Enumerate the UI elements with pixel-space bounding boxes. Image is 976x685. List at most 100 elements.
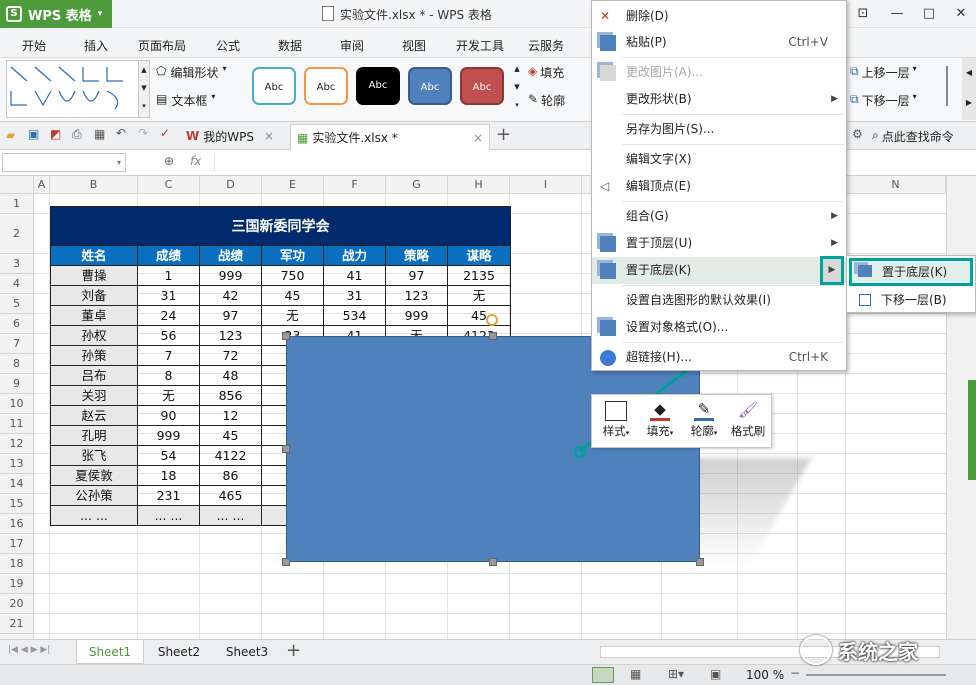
context-menu-item[interactable]: 超链接(H)...Ctrl+K xyxy=(592,344,846,371)
tab-view[interactable]: 视图 xyxy=(402,37,426,54)
minimize-icon[interactable]: — xyxy=(886,4,908,24)
format-painter-icon: 🖌 xyxy=(738,400,758,421)
tab-page-layout[interactable]: 页面布局 xyxy=(138,37,186,54)
layout-view-icon[interactable]: ▦ xyxy=(630,667,641,681)
ribbon-scroll[interactable]: ◀▶ xyxy=(962,58,976,120)
style-sample-4[interactable]: Abc xyxy=(408,67,452,105)
menu-separator xyxy=(622,114,844,115)
command-search[interactable]: ⌕点此查找命令 xyxy=(872,128,954,145)
edit-shape-button[interactable]: ⬠编辑形状▾ xyxy=(156,64,226,81)
command-search-label: 点此查找命令 xyxy=(882,128,954,145)
tab-data[interactable]: 数据 xyxy=(278,37,302,54)
context-menu-item[interactable]: 设置对象格式(O)... xyxy=(592,314,846,341)
doc-tab-home[interactable]: W 我的WPS × xyxy=(186,125,286,147)
tab-review[interactable]: 审阅 xyxy=(340,37,364,54)
outline-pen-icon: ✎ xyxy=(694,400,714,421)
tab-developer[interactable]: 开发工具 xyxy=(456,37,504,54)
context-menu-item[interactable]: 置于底层(K)▶ xyxy=(592,257,846,284)
context-menu-item[interactable]: 编辑文字(X) xyxy=(592,146,846,173)
send-backward-button[interactable]: ⧉下移一层▾ xyxy=(850,92,917,109)
zoom-out-icon[interactable]: − xyxy=(790,666,800,680)
maximize-icon[interactable]: □ xyxy=(918,4,940,24)
format-object-icon xyxy=(600,320,616,336)
undo-icon[interactable]: ↶ xyxy=(116,126,126,140)
zoom-slider[interactable] xyxy=(806,674,946,676)
name-box[interactable]: ▾ xyxy=(2,153,126,172)
submenu-arrow-icon: ▶ xyxy=(820,256,844,285)
style-sample-3[interactable]: Abc xyxy=(356,67,400,105)
reading-icon[interactable]: ▣ xyxy=(710,667,721,681)
style-sample-5[interactable]: Abc xyxy=(460,67,504,105)
close-tab-icon[interactable]: × xyxy=(264,129,274,143)
mini-fill-button[interactable]: ◆ 填充▾ xyxy=(638,395,682,449)
context-menu-label: 另存为图片(S)... xyxy=(626,116,714,143)
context-menu-label: 组合(G) xyxy=(626,203,669,230)
style-square-icon xyxy=(605,401,627,421)
add-sheet-icon[interactable]: + xyxy=(286,640,301,661)
wrench-icon[interactable]: ⚙ xyxy=(852,127,863,141)
mini-format-painter-label: 格式刷 xyxy=(731,424,766,438)
save-icon[interactable]: ▣ xyxy=(28,127,39,141)
page-break-icon[interactable]: ⊞▾ xyxy=(668,667,684,681)
scrollbar-thumb[interactable] xyxy=(968,380,976,480)
context-menu-label: 设置对象格式(O)... xyxy=(626,314,728,341)
sheet-tab-1[interactable]: Sheet1 xyxy=(76,640,144,664)
menu-separator xyxy=(622,57,844,58)
page-view-icon[interactable] xyxy=(592,667,614,683)
sheet-tab-2[interactable]: Sheet2 xyxy=(146,640,212,664)
style-gallery: Abc Abc Abc Abc Abc xyxy=(246,58,514,120)
context-menu-item[interactable]: ◁编辑顶点(E) xyxy=(592,173,846,200)
open-folder-icon[interactable]: ▰ xyxy=(6,128,15,142)
context-menu-item[interactable]: ✕删除(D) xyxy=(592,3,846,30)
shape-gallery[interactable] xyxy=(6,60,146,118)
preview-icon[interactable]: ▦ xyxy=(94,127,105,141)
context-menu-item[interactable]: 组合(G)▶ xyxy=(592,203,846,230)
align-icon[interactable] xyxy=(946,66,960,106)
style-sample-1[interactable]: Abc xyxy=(252,67,296,105)
mini-format-painter-button[interactable]: 🖌 格式刷 xyxy=(726,395,770,449)
new-tab-icon[interactable]: + xyxy=(496,124,511,145)
context-menu-item[interactable]: 另存为图片(S)... xyxy=(592,116,846,143)
outline-button[interactable]: ✎轮廓 xyxy=(528,92,565,109)
bring-forward-button[interactable]: ⧉上移一层▾ xyxy=(850,64,917,81)
zoom-level[interactable]: 100 % xyxy=(746,668,784,682)
restore-icon[interactable]: ⊡ xyxy=(852,4,874,24)
zoom-search-icon[interactable]: ⊕ xyxy=(164,154,174,168)
mini-outline-button[interactable]: ✎ 轮廓▾ xyxy=(682,395,726,449)
redo-icon[interactable]: ↷ xyxy=(138,126,148,140)
fx-label[interactable]: fx xyxy=(190,154,201,168)
tab-formula[interactable]: 公式 xyxy=(216,37,240,54)
context-menu-item[interactable]: 粘贴(P)Ctrl+V xyxy=(592,29,846,56)
hyperlink-icon xyxy=(600,350,616,366)
app-menu-button[interactable]: S WPS 表格 ▾ xyxy=(0,0,112,28)
submenu-item-send-to-back[interactable]: 置于底层(K) xyxy=(849,258,973,286)
bring-forward-icon: ⧉ xyxy=(850,64,859,81)
fill-button[interactable]: ◈填充 xyxy=(528,64,564,81)
close-tab-icon[interactable]: × xyxy=(473,131,483,145)
pdf-icon[interactable]: ◩ xyxy=(50,127,61,141)
close-icon[interactable]: ✕ xyxy=(950,4,972,24)
watermark-logo: 系统之家 xyxy=(800,630,970,670)
sheet-tab-3[interactable]: Sheet3 xyxy=(214,640,280,664)
context-menu-item[interactable]: 置于顶层(U)▶ xyxy=(592,230,846,257)
submenu-item-send-backward[interactable]: 下移一层(B) xyxy=(849,288,973,312)
doc-tab-file[interactable]: ▦ 实验文件.xlsx * × xyxy=(290,124,490,150)
tab-cloud[interactable]: 云服务 xyxy=(528,37,564,54)
context-menu-item[interactable]: 设置自选图形的默认效果(I) xyxy=(592,287,846,314)
tab-start[interactable]: 开始 xyxy=(22,37,46,54)
doc-tab-file-label: 实验文件.xlsx * xyxy=(312,129,397,146)
edit-points-icon: ◁ xyxy=(600,173,616,189)
tab-insert[interactable]: 插入 xyxy=(84,37,108,54)
mini-style-button[interactable]: 样式▾ xyxy=(594,395,638,449)
print-icon[interactable]: ⎙ xyxy=(72,127,82,142)
sheet-nav-icon[interactable]: |◀ ◀ ▶ ▶| xyxy=(8,645,50,655)
gallery-scroll[interactable]: ▲▼▾ xyxy=(138,60,150,118)
paste-icon xyxy=(600,35,616,51)
style-gallery-scroll[interactable]: ▲▼▾ xyxy=(512,60,522,118)
send-to-back-submenu: 置于底层(K) 下移一层(B) xyxy=(846,255,976,313)
text-box-button[interactable]: ▤文本框▾ xyxy=(156,92,215,109)
bring-to-front-icon xyxy=(600,236,616,252)
style-sample-2[interactable]: Abc xyxy=(304,67,348,105)
context-menu-item[interactable]: 更改形状(B)▶ xyxy=(592,86,846,113)
customize-icon[interactable]: ✓ xyxy=(160,126,170,140)
